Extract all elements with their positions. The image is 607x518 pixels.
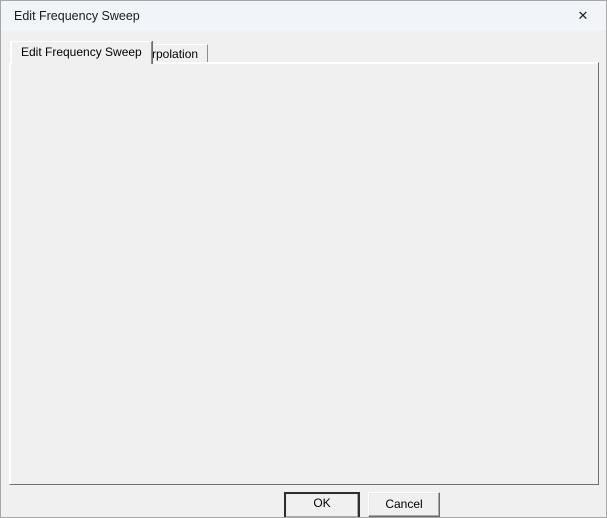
ok-button[interactable]: OK bbox=[284, 492, 360, 517]
title-bar: Edit Frequency Sweep ✕ bbox=[1, 1, 606, 31]
close-icon[interactable]: ✕ bbox=[574, 7, 592, 25]
tab-page bbox=[9, 62, 599, 485]
tab-edit-frequency-sweep[interactable]: Edit Frequency Sweep bbox=[11, 41, 152, 64]
cancel-button[interactable]: Cancel bbox=[368, 492, 440, 517]
window-title: Edit Frequency Sweep bbox=[14, 9, 140, 23]
edit-frequency-sweep-dialog: Edit Frequency Sweep ✕ Edit Frequency Sw… bbox=[0, 0, 607, 518]
